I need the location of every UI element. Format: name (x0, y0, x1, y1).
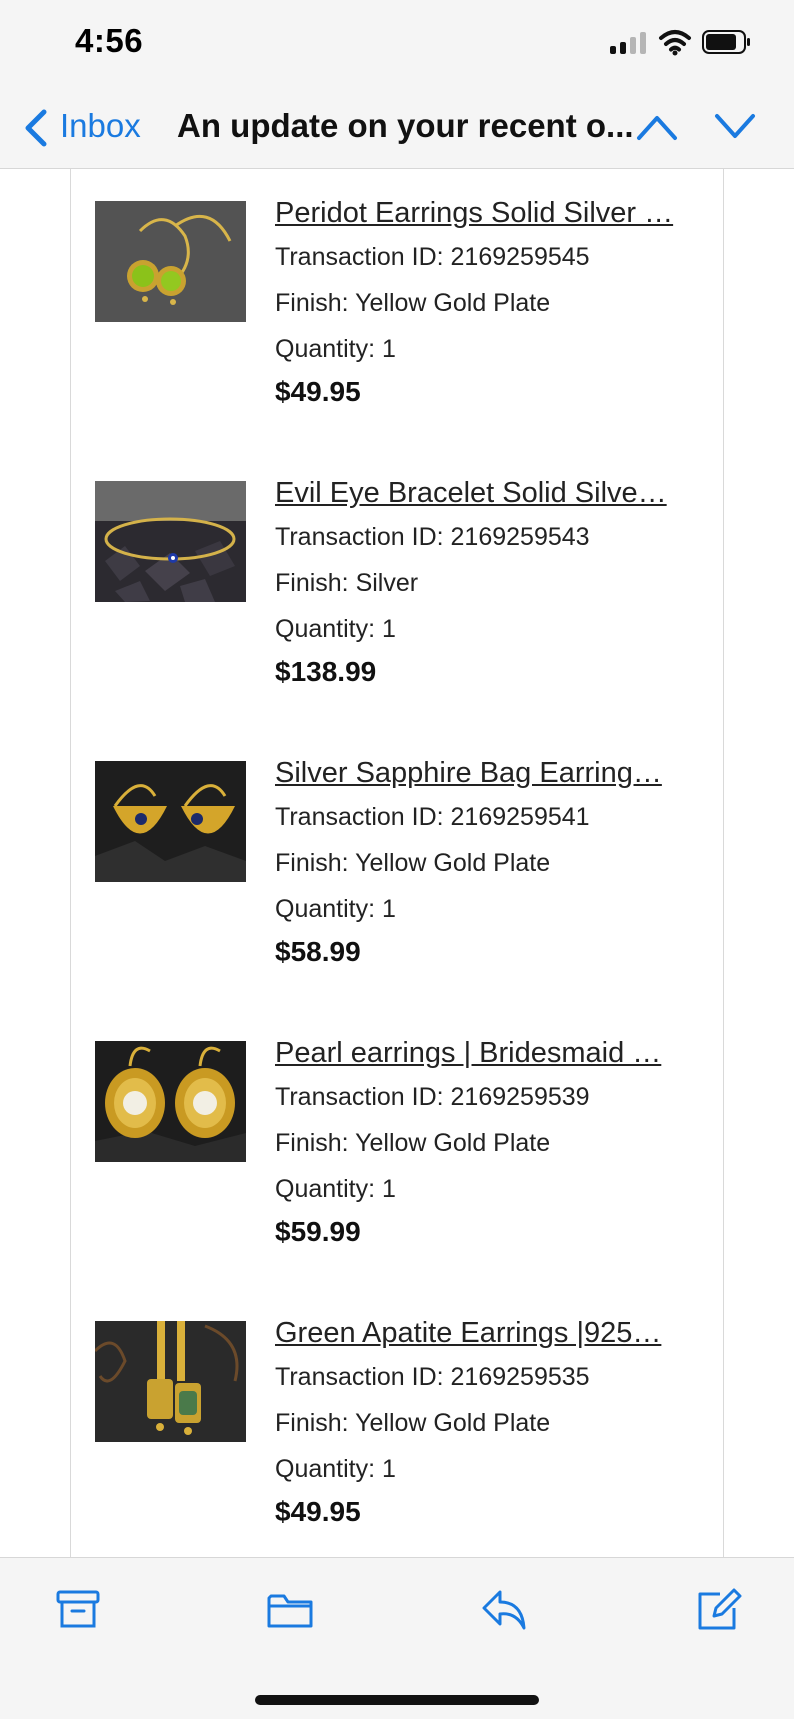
order-item: Pearl earrings | Bridesmaid … Transactio… (95, 1009, 715, 1249)
price: $49.95 (275, 1496, 361, 1527)
transaction-id: Transaction ID: 2169259535 (275, 1363, 590, 1391)
back-chevron-icon[interactable] (22, 108, 50, 148)
product-image-pearl-earrings[interactable] (95, 1041, 246, 1162)
order-item: Silver Sapphire Bag Earring… Transaction… (95, 729, 715, 969)
transaction-id: Transaction ID: 2169259541 (275, 803, 590, 831)
status-bar: 4:56 (0, 0, 794, 90)
transaction-id: Transaction ID: 2169259539 (275, 1083, 590, 1111)
product-image-green-apatite-earrings[interactable] (95, 1321, 246, 1442)
battery-icon (702, 30, 750, 54)
product-image-evil-eye-bracelet[interactable] (95, 481, 246, 602)
product-image-peridot-earrings[interactable] (95, 201, 246, 322)
message-nav-bar: Inbox An update on your recent o... (0, 90, 794, 169)
home-indicator[interactable] (255, 1695, 539, 1705)
price: $58.99 (275, 936, 361, 967)
product-title-link[interactable]: Evil Eye Bracelet Solid Silve… (275, 475, 695, 511)
previous-message-icon[interactable] (636, 112, 678, 142)
quantity: Quantity: 1 (275, 335, 396, 363)
transaction-id: Transaction ID: 2169259545 (275, 243, 590, 271)
archive-icon[interactable] (54, 1586, 102, 1632)
message-subject: An update on your recent o... (177, 107, 634, 144)
finish: Finish: Yellow Gold Plate (275, 1129, 551, 1157)
quantity: Quantity: 1 (275, 1175, 396, 1203)
order-item: Evil Eye Bracelet Solid Silve… Transacti… (95, 449, 715, 689)
price: $138.99 (275, 656, 377, 687)
quantity: Quantity: 1 (275, 615, 396, 643)
content-border-left (70, 169, 71, 1557)
content-border-right (723, 169, 724, 1557)
bottom-toolbar (0, 1557, 794, 1719)
order-item: Green Apatite Earrings |925… Transaction… (95, 1289, 715, 1529)
finish: Finish: Silver (275, 569, 419, 597)
quantity: Quantity: 1 (275, 1455, 396, 1483)
status-time: 4:56 (75, 22, 144, 59)
compose-icon[interactable] (694, 1586, 742, 1632)
reply-icon[interactable] (480, 1586, 528, 1632)
finish: Finish: Yellow Gold Plate (275, 1409, 551, 1437)
cellular-signal-icon (610, 32, 646, 54)
order-item: Peridot Earrings Solid Silver … Transact… (95, 169, 715, 409)
product-image-sapphire-bag-earrings[interactable] (95, 761, 246, 882)
price: $49.95 (275, 376, 361, 407)
finish: Finish: Yellow Gold Plate (275, 849, 551, 877)
quantity: Quantity: 1 (275, 895, 396, 923)
product-title-link[interactable]: Peridot Earrings Solid Silver … (275, 195, 695, 231)
next-message-icon[interactable] (714, 112, 756, 142)
wifi-icon (659, 30, 691, 56)
price: $59.99 (275, 1216, 361, 1247)
email-body[interactable]: Peridot Earrings Solid Silver … Transact… (0, 169, 794, 1557)
back-to-inbox-button[interactable]: Inbox (60, 106, 141, 146)
product-title-link[interactable]: Green Apatite Earrings |925… (275, 1315, 695, 1351)
product-title-link[interactable]: Silver Sapphire Bag Earring… (275, 755, 695, 791)
folder-icon[interactable] (266, 1586, 314, 1632)
transaction-id: Transaction ID: 2169259543 (275, 523, 590, 551)
product-title-link[interactable]: Pearl earrings | Bridesmaid … (275, 1035, 695, 1071)
finish: Finish: Yellow Gold Plate (275, 289, 551, 317)
